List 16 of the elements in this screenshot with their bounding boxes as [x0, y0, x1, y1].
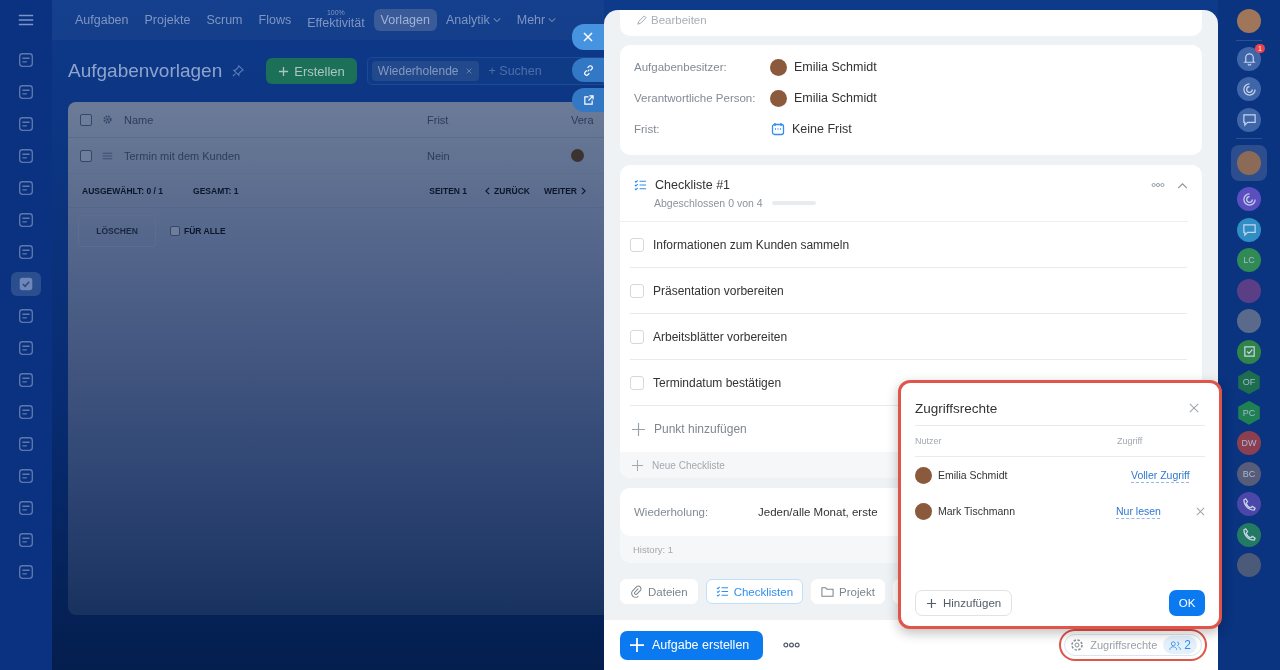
- selected-count: AUSGEWÄHLT: 0 / 1: [82, 185, 164, 196]
- user-name: Emilia Schmidt: [938, 469, 1009, 481]
- field-label: Verantwortliche Person:: [634, 92, 757, 104]
- user-name: Mark Tischmann: [938, 505, 1017, 517]
- history-text: History: 1: [632, 543, 675, 557]
- column-header: Zugriff: [1117, 436, 1144, 446]
- dialog-title: Zugriffsrechte: [915, 400, 998, 416]
- column-header: Nutzer: [915, 436, 942, 446]
- table-cell-text: Nein: [427, 149, 451, 162]
- field-label: Wiederholung:: [634, 506, 710, 518]
- field-label: Frist:: [634, 123, 661, 135]
- field-label: Aufgabenbesitzer:: [634, 61, 728, 73]
- total-count: GESAMT: 1: [193, 185, 239, 196]
- page-title: Aufgabenvorlagen: [68, 60, 223, 82]
- progress-text: Abgeschlossen 0 von 4: [654, 197, 763, 209]
- page-count: SEITEN 1: [429, 185, 468, 196]
